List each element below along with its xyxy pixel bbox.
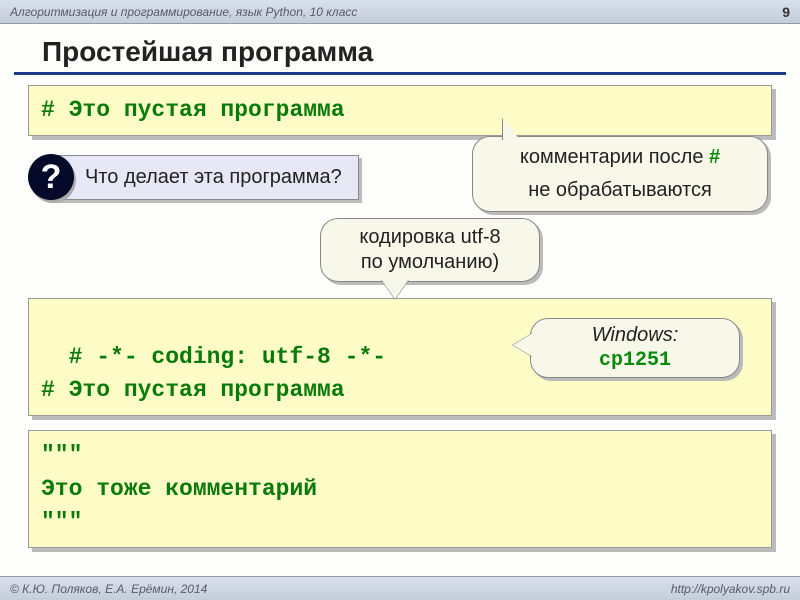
callout-tail-icon xyxy=(381,279,409,299)
callout-utf8: кодировка utf-8 по умолчанию) xyxy=(320,218,540,282)
callout-comment-line1: комментарии после # xyxy=(489,145,751,170)
code-text: # -*- coding: utf-8 -*- # Это пустая про… xyxy=(41,344,386,403)
code-block-3: """ Это тоже комментарий """ xyxy=(28,430,772,548)
callout-text: комментарии после xyxy=(520,146,709,168)
page-number: 9 xyxy=(782,4,790,20)
footer-bar: © К.Ю. Поляков, Е.А. Ерёмин, 2014 http:/… xyxy=(0,576,800,600)
footer-authors: © К.Ю. Поляков, Е.А. Ерёмин, 2014 xyxy=(10,582,207,596)
callout-win-label: Windows: xyxy=(545,323,725,348)
slide-title: Простейшая программа xyxy=(14,24,786,75)
question-text: Что делает эта программа? xyxy=(54,155,359,200)
hash-symbol: # xyxy=(709,146,720,168)
callout-tail-icon xyxy=(503,119,521,141)
callout-utf8-line2: по умолчанию) xyxy=(335,250,525,275)
callout-win-value: cp1251 xyxy=(545,348,725,373)
course-title: Алгоритмизация и программирование, язык … xyxy=(10,5,357,19)
callout-utf8-line1: кодировка utf-8 xyxy=(335,225,525,250)
callout-windows: Windows: cp1251 xyxy=(530,318,740,378)
footer-url: http://kpolyakov.spb.ru xyxy=(671,582,790,596)
header-bar: Алгоритмизация и программирование, язык … xyxy=(0,0,800,24)
callout-tail-icon xyxy=(513,333,533,357)
callout-comment: комментарии после # не обрабатываются xyxy=(472,136,768,212)
code-block-1: # Это пустая программа xyxy=(28,85,772,136)
callout-comment-line2: не обрабатываются xyxy=(489,178,751,203)
